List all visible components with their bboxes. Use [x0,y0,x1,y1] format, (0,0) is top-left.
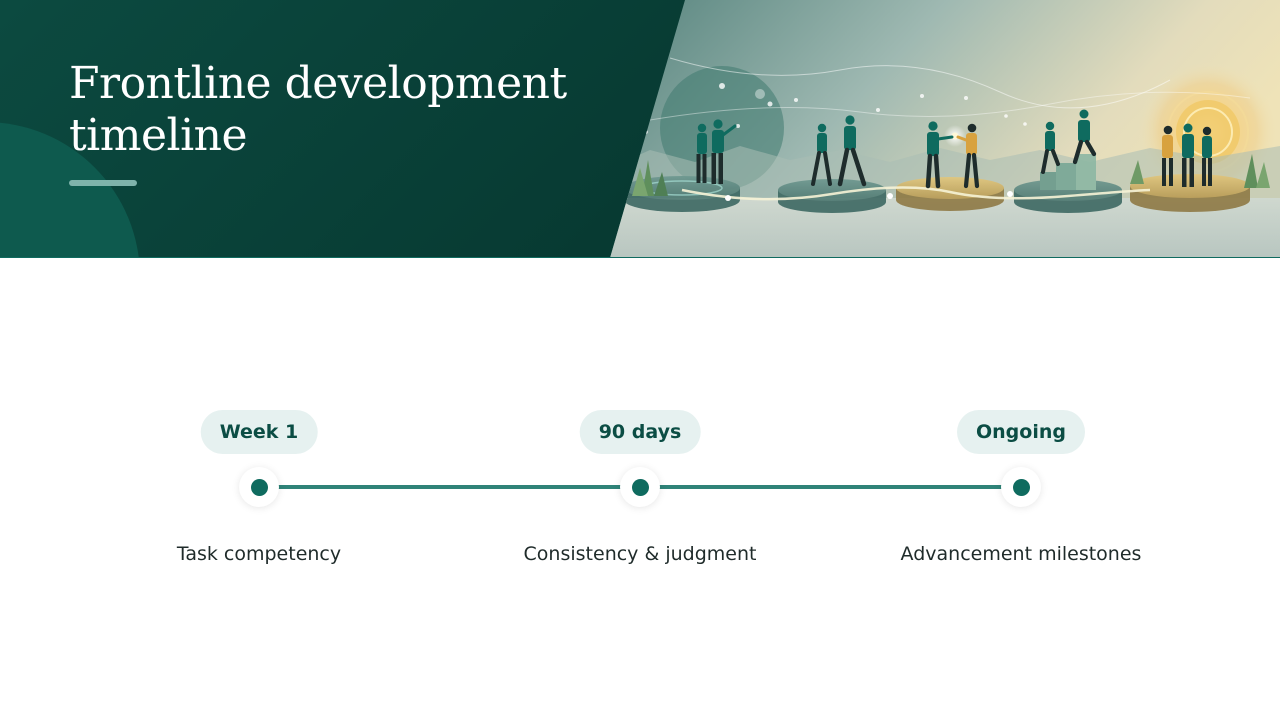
header-banner: Frontline development timeline [0,0,1280,258]
milestone-label-90-days: 90 days [579,410,701,454]
milestone-marker [250,479,268,496]
milestone-marker [631,479,649,496]
milestone-description-90-days: Consistency & judgment [523,543,757,565]
timeline-connector [276,485,624,489]
title-underline [69,180,137,186]
milestone-description-week-1: Task competency [176,543,342,565]
hero-illustration [610,0,1280,258]
milestone-label-week-1: Week 1 [200,410,318,454]
page-title: Frontline development timeline [69,58,567,161]
milestone-description-ongoing: Advancement milestones [900,543,1142,565]
milestone-label-ongoing: Ongoing [957,410,1085,454]
milestone-marker [1012,479,1030,496]
header-divider [0,257,1280,258]
timeline-connector [657,485,1005,489]
